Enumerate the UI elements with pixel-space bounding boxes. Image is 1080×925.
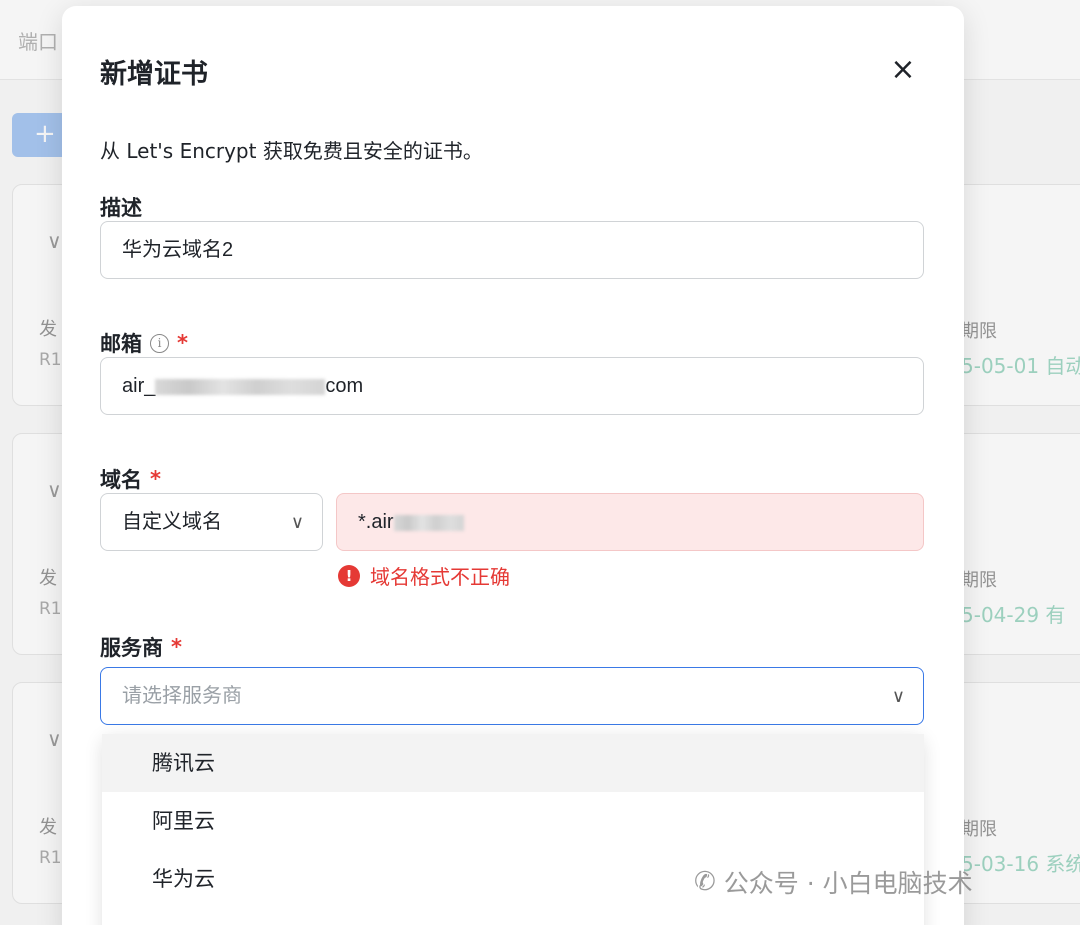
domain-input[interactable]: *.air	[336, 493, 924, 551]
error-icon: !	[338, 564, 360, 587]
chevron-down-icon: ∨	[891, 686, 905, 706]
redacted-blur	[155, 378, 326, 395]
close-icon[interactable]: ×	[884, 52, 922, 90]
email-label-text: 邮箱	[100, 332, 142, 356]
required-mark: *	[171, 635, 182, 659]
email-value-suffix: com	[325, 375, 364, 397]
provider-label-text: 服务商	[100, 636, 163, 660]
email-value-prefix: air_	[122, 375, 156, 397]
required-mark: *	[177, 331, 188, 355]
info-icon[interactable]: i	[150, 333, 169, 353]
email-input[interactable]: air_ com	[100, 357, 924, 415]
provider-option-aliyun[interactable]: 阿里云	[102, 792, 924, 850]
description-label-text: 描述	[100, 196, 142, 220]
domain-value-prefix: *.air	[358, 511, 394, 533]
redacted-blur	[393, 514, 464, 531]
provider-placeholder: 请选择服务商	[122, 685, 242, 707]
provider-option-tencent[interactable]: 腾讯云	[102, 734, 924, 792]
watermark: ✆ 公众号 · 小白电脑技术	[694, 864, 973, 900]
dialog-title: 新增证书	[100, 59, 208, 90]
description-value: 华为云域名2	[122, 239, 234, 261]
domain-error-text: 域名格式不正确	[370, 565, 510, 589]
provider-label: 服务商 *	[100, 632, 182, 662]
required-mark: *	[150, 467, 161, 491]
email-label: 邮箱 i *	[100, 328, 188, 358]
description-input[interactable]: 华为云域名2	[100, 221, 924, 279]
provider-select[interactable]: 请选择服务商 ∨	[100, 667, 924, 725]
domain-type-value: 自定义域名	[122, 511, 222, 533]
domain-label-text: 域名	[100, 468, 142, 492]
chevron-down-icon: ∨	[290, 512, 304, 532]
wechat-icon: ✆	[694, 867, 716, 897]
domain-type-select[interactable]: 自定义域名 ∨	[100, 493, 323, 551]
domain-error-message: ! 域名格式不正确	[338, 561, 510, 590]
description-label: 描述	[100, 192, 142, 222]
domain-label: 域名 *	[100, 464, 161, 494]
dialog-intro: 从 Let's Encrypt 获取免费且安全的证书。	[100, 139, 483, 163]
watermark-text: 公众号 · 小白电脑技术	[723, 869, 973, 898]
new-certificate-dialog: 新增证书 × 从 Let's Encrypt 获取免费且安全的证书。 描述 华为…	[62, 6, 964, 925]
